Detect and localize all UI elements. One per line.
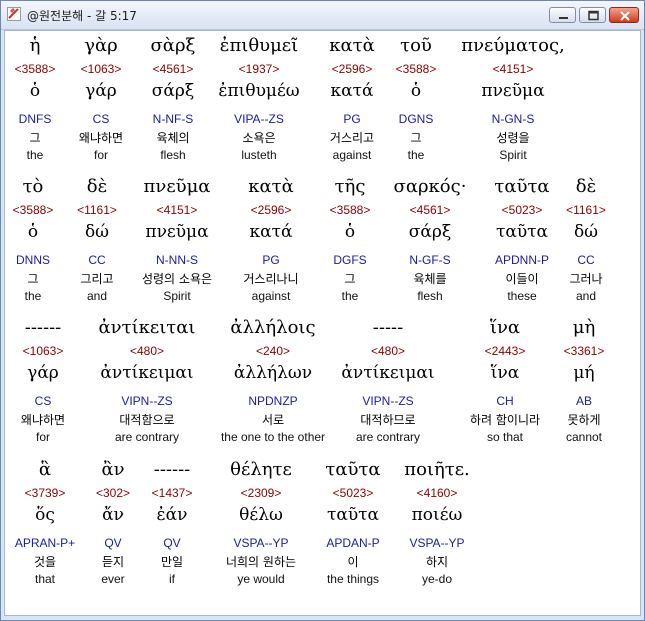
korean-gloss: 대적함으로 xyxy=(119,413,175,427)
korean-gloss: 서로 xyxy=(261,413,285,427)
maximize-button[interactable] xyxy=(579,7,606,23)
greek-word: ----- xyxy=(372,317,404,338)
word-unit[interactable]: ποιῆτε. <4160> ποιέω VSPA--YP 하지 ye-do xyxy=(372,457,502,587)
word-unit[interactable]: δὲ <1161> δώ CC 그러나 and xyxy=(521,174,640,304)
strong-number: <3361> xyxy=(563,344,605,358)
morphology-code: NPDNZP xyxy=(248,394,298,408)
window-title: @원전분해 - 갈 5:17 xyxy=(27,9,137,23)
greek-word: ποιῆτε. xyxy=(404,459,470,480)
korean-gloss: 대적하므로 xyxy=(360,413,416,427)
korean-gloss: 하지 xyxy=(425,555,449,569)
english-gloss: and xyxy=(575,289,597,303)
morphology-code: VIPN--ZS xyxy=(121,394,173,408)
close-icon xyxy=(620,11,630,21)
strong-number: <1161> xyxy=(566,203,606,217)
word-unit[interactable]: ἀντίκειται <480> ἀντίκειμαι VIPN--ZS 대적함으로 ar… xyxy=(82,315,212,445)
app-window: @원전분해 - 갈 5:17 ἡ <3588> ὁ DNFS 그 the γὰρ <1063>… xyxy=(0,0,645,621)
english-gloss: the one to the other xyxy=(220,430,326,444)
maximize-icon xyxy=(588,10,599,21)
lemma: ποιέω xyxy=(411,505,463,525)
minimize-icon xyxy=(559,17,568,19)
greek-word: μὴ xyxy=(572,317,596,338)
lemma: ἀλλήλων xyxy=(233,363,313,383)
minimize-button[interactable] xyxy=(549,7,576,23)
korean-gloss: 못하게 xyxy=(567,413,601,427)
greek-word: ἀλλήλοις xyxy=(230,317,316,338)
korean-gloss: 성령을 xyxy=(496,131,530,145)
interlinear-panel[interactable]: ἡ <3588> ὁ DNFS 그 the γὰρ <1063> γάρ CS 왜냐하면 for σὰρ… xyxy=(4,30,641,616)
morphology-code: N-GN-S xyxy=(491,112,535,126)
morphology-code: VIPN--ZS xyxy=(362,394,414,408)
word-unit[interactable]: πνεύματος, <4151> πνεῦμα N-GN-S 성령을 Spirit xyxy=(448,33,578,163)
greek-word: δὲ xyxy=(575,176,597,197)
close-button[interactable] xyxy=(609,7,639,23)
app-icon xyxy=(7,7,21,21)
strong-number: <240> xyxy=(255,344,291,358)
word-unit[interactable]: μὴ <3361> μή AB 못하게 cannot xyxy=(519,315,640,445)
morphology-code: AB xyxy=(575,394,592,408)
strong-number: <480> xyxy=(370,344,406,358)
greek-word: ἀντίκειται xyxy=(98,317,196,338)
greek-word: πνεύματος, xyxy=(461,35,565,56)
english-gloss: cannot xyxy=(565,430,603,444)
english-gloss: are contrary xyxy=(114,430,180,444)
strong-number: <4151> xyxy=(492,62,534,76)
korean-gloss: 그러나 xyxy=(569,272,603,286)
title-bar[interactable]: @원전분해 - 갈 5:17 xyxy=(1,1,644,30)
lemma: μή xyxy=(573,363,595,383)
lemma: πνεῦμα xyxy=(481,81,545,101)
lemma: ἀντίκειμαι xyxy=(100,363,194,383)
strong-number: <480> xyxy=(129,344,165,358)
english-gloss: are contrary xyxy=(355,430,421,444)
word-unit[interactable]: ----- <480> ἀντίκειμαι VIPN--ZS 대적하므로 are con… xyxy=(323,315,453,445)
english-gloss: ye-do xyxy=(421,572,453,586)
morphology-code: VSPA--YP xyxy=(409,536,465,550)
strong-number: <4160> xyxy=(416,486,458,500)
lemma: ἀντίκειμαι xyxy=(341,363,435,383)
english-gloss: Spirit xyxy=(499,148,527,162)
word-unit[interactable]: ἀλλήλοις <240> ἀλλήλων NPDNZP 서로 the one to t… xyxy=(208,315,338,445)
lemma: δώ xyxy=(573,222,599,242)
morphology-code: CC xyxy=(577,253,595,267)
